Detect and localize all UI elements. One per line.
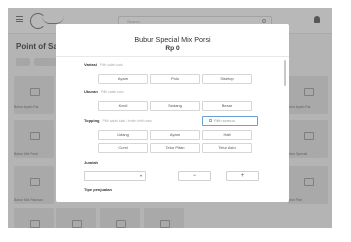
topping-option-ayam[interactable]: Ayam (150, 130, 200, 140)
product-title: Bubur Special Mix Porsi (134, 35, 211, 44)
topping-option-telur-pitan[interactable]: Telur Pitan (150, 143, 200, 153)
variasi-title: Variasi (84, 62, 97, 67)
ukuran-option-sedang[interactable]: Sedang (150, 101, 200, 111)
topping-select-all[interactable]: Pilih semua (202, 116, 258, 126)
divider (56, 56, 289, 57)
ukuran-hint: Pilih salah satu (100, 90, 124, 94)
ukuran-option-kecil[interactable]: Kecil (98, 101, 148, 111)
topping-label: Topping Pilih salah satu / boleh lebih sa… (84, 118, 152, 123)
ukuran-title: Ukuran (84, 89, 98, 94)
topping-hint: Pilih salah satu / boleh lebih satu (102, 119, 152, 123)
variasi-option-sisetop[interactable]: Sisetop (202, 74, 252, 84)
tipe-penjualan-label: Tipe penjualan (84, 187, 112, 192)
quantity-minus-button[interactable]: − (178, 171, 211, 181)
checkbox-icon[interactable] (209, 119, 212, 123)
ukuran-option-besar[interactable]: Besar (202, 101, 252, 111)
select-all-label: Pilih semua (214, 118, 235, 123)
variasi-option-ayam[interactable]: Ayam (98, 74, 148, 84)
quantity-plus-button[interactable]: + (226, 171, 259, 181)
topping-option-udang[interactable]: Udang (98, 130, 148, 140)
variasi-option-polo[interactable]: Polo (150, 74, 200, 84)
variasi-hint: Pilih salah satu (99, 63, 123, 67)
topping-option-telur-asin[interactable]: Telur Asin (202, 143, 252, 153)
product-options-modal: Bubur Special Mix Porsi Rp 0 Variasi Pili… (56, 24, 289, 202)
topping-title: Topping (84, 118, 100, 123)
variasi-label: Variasi Pilih salah satu (84, 62, 123, 67)
quantity-select[interactable] (84, 171, 146, 181)
jumlah-label: Jumlah (84, 160, 99, 165)
topping-option-cumi[interactable]: Cumi (98, 143, 148, 153)
product-price: Rp 0 (165, 45, 180, 52)
modal-scrollbar[interactable] (284, 60, 286, 86)
ukuran-label: Ukuran Pilih salah satu (84, 89, 124, 94)
topping-option-hati[interactable]: Hati (202, 130, 252, 140)
chevron-down-icon (140, 175, 142, 177)
